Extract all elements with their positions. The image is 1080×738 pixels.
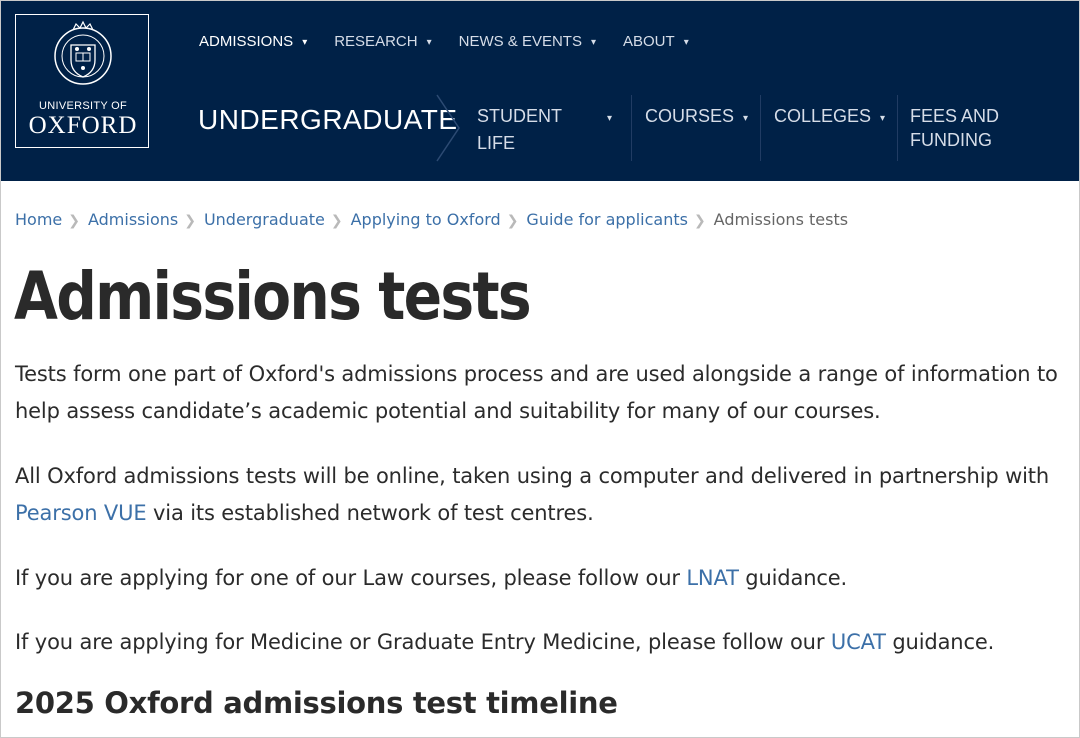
section-title[interactable]: UNDERGRADUATE: [198, 104, 458, 136]
breadcrumb-current: Admissions tests: [713, 210, 849, 229]
sub-nav-label: COLLEGES: [774, 106, 872, 126]
paragraph-text: guidance.: [738, 566, 848, 590]
breadcrumb-separator-icon: ❯: [506, 213, 519, 229]
top-nav-label: ADMISSIONS: [199, 33, 294, 50]
top-nav-label: RESEARCH: [334, 33, 418, 50]
law-paragraph: If you are applying for one of our Law c…: [15, 560, 1075, 597]
caret-down-icon: ▾: [426, 37, 432, 48]
breadcrumb-applying[interactable]: Applying to Oxford: [351, 210, 501, 229]
page-title: Admissions tests: [14, 258, 532, 335]
sub-nav-student-life[interactable]: STUDENT ▾ LIFE: [477, 104, 612, 155]
medicine-paragraph: If you are applying for Medicine or Grad…: [15, 624, 1075, 661]
pearson-vue-link[interactable]: Pearson VUE: [15, 501, 147, 525]
top-nav-about[interactable]: ABOUT ▾: [623, 33, 689, 53]
breadcrumb-admissions[interactable]: Admissions: [88, 210, 178, 229]
sub-nav-label: COURSES: [645, 106, 735, 126]
section-heading: 2025 Oxford admissions test timeline: [15, 686, 618, 720]
site-header: UNIVERSITY OF OXFORD ADMISSIONS ▾ RESEARC…: [1, 1, 1079, 181]
breadcrumb-separator-icon: ❯: [330, 213, 343, 229]
top-nav-research[interactable]: RESEARCH ▾: [334, 33, 431, 53]
breadcrumb: Home ❯ Admissions ❯ Undergraduate ❯ Applying t…: [15, 210, 848, 229]
caret-down-icon: ▾: [302, 37, 308, 48]
paragraph-text: If you are applying for Medicine or Grad…: [15, 630, 831, 654]
chevron-right-icon: [436, 94, 460, 162]
paragraph-text: guidance.: [885, 630, 995, 654]
top-nav-admissions[interactable]: ADMISSIONS ▾: [199, 33, 307, 53]
breadcrumb-separator-icon: ❯: [693, 213, 706, 229]
paragraph-text: If you are applying for one of our Law c…: [15, 566, 687, 590]
intro-paragraph: Tests form one part of Oxford's admissio…: [15, 362, 1058, 423]
breadcrumb-separator-icon: ❯: [68, 213, 80, 229]
nav-divider: [760, 95, 761, 161]
ucat-link[interactable]: UCAT: [831, 630, 886, 654]
paragraph-text: All Oxford admissions tests will be onli…: [15, 464, 1050, 488]
nav-divider: [631, 95, 632, 161]
lnat-link[interactable]: LNAT: [686, 566, 739, 590]
sub-nav-label: STUDENT: [477, 106, 562, 126]
caret-down-icon: ▾: [743, 113, 749, 124]
sub-nav-label-line2: FUNDING: [910, 130, 992, 150]
oxford-logo[interactable]: UNIVERSITY OF OXFORD: [15, 14, 149, 148]
sub-nav-courses[interactable]: COURSES ▾: [645, 104, 748, 131]
breadcrumb-guide[interactable]: Guide for applicants: [526, 210, 688, 229]
sub-nav-label: FEES AND: [910, 106, 1000, 126]
breadcrumb-separator-icon: ❯: [184, 213, 196, 229]
nav-divider: [897, 95, 898, 161]
top-nav: ADMISSIONS ▾ RESEARCH ▾ NEWS & EVENTS ▾ ABO…: [199, 33, 716, 53]
caret-down-icon: ▾: [880, 113, 886, 124]
top-nav-label: ABOUT: [623, 33, 675, 50]
sub-nav-colleges[interactable]: COLLEGES ▾: [774, 104, 885, 131]
paragraph-text: via its established network of test cent…: [146, 501, 594, 525]
caret-down-icon: ▾: [590, 37, 596, 48]
top-nav-news-events[interactable]: NEWS & EVENTS ▾: [459, 33, 596, 53]
breadcrumb-home[interactable]: Home: [15, 210, 62, 229]
caret-down-icon: ▾: [683, 37, 689, 48]
logo-oxford-text: OXFORD: [28, 112, 138, 139]
online-tests-paragraph: All Oxford admissions tests will be onli…: [15, 458, 1075, 532]
sub-nav-fees-funding[interactable]: FEES AND FUNDING: [910, 104, 999, 152]
oxford-crest-icon: [54, 20, 112, 85]
sub-nav-label-line2: LIFE: [477, 133, 516, 153]
caret-down-icon: ▾: [607, 113, 613, 124]
logo-university-text: UNIVERSITY OF: [38, 100, 128, 112]
breadcrumb-undergraduate[interactable]: Undergraduate: [204, 210, 325, 229]
top-nav-label: NEWS & EVENTS: [458, 33, 582, 50]
